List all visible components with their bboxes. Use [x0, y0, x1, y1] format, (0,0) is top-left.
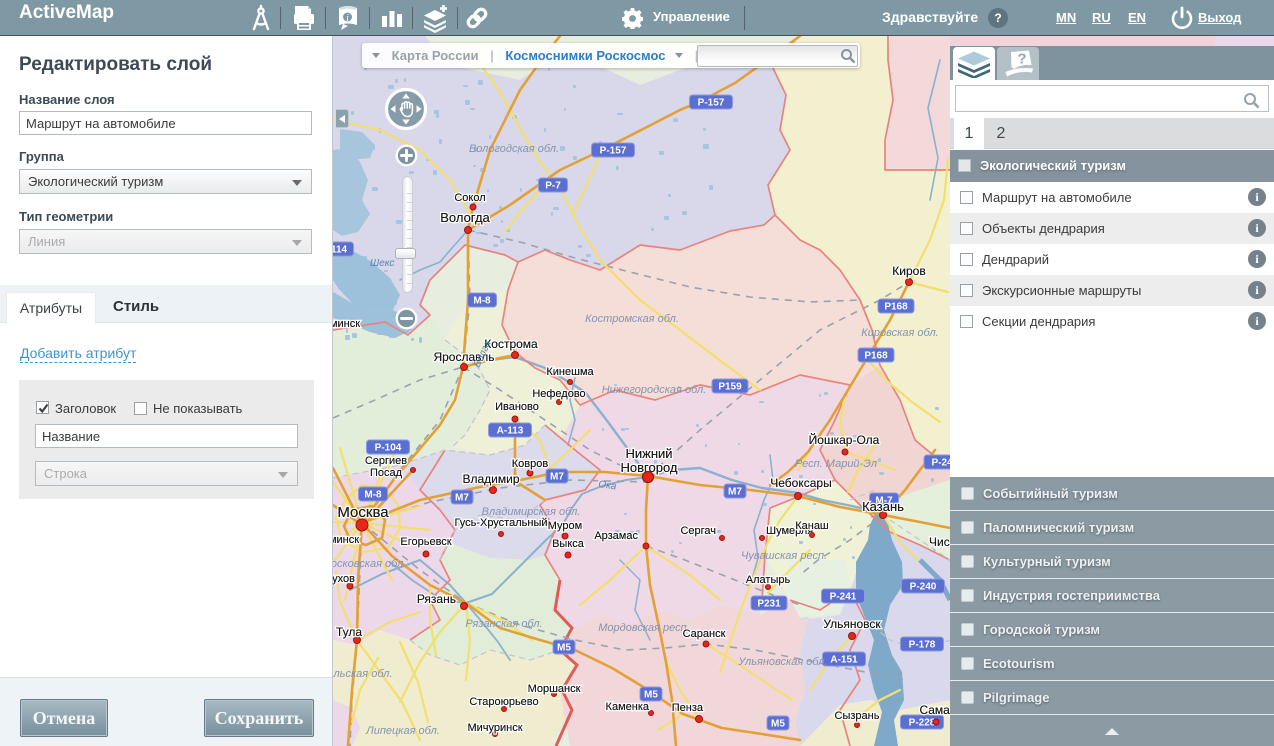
- svg-text:Липецкая обл.: Липецкая обл.: [365, 725, 440, 737]
- svg-text:Арзамас: Арзамас: [594, 530, 638, 542]
- svg-text:Моршанск: Моршанск: [528, 683, 581, 695]
- svg-text:М5: М5: [557, 643, 571, 654]
- svg-text:Москва: Москва: [337, 504, 389, 521]
- svg-text:Вологда: Вологда: [440, 210, 490, 225]
- svg-text:М5: М5: [644, 690, 658, 701]
- svg-text:Казань: Казань: [862, 499, 904, 514]
- svg-text:Московская обл.: Московская обл.: [333, 558, 406, 570]
- svg-text:Чебоксары: Чебоксары: [770, 476, 831, 490]
- svg-text:Сокол: Сокол: [454, 192, 485, 204]
- svg-text:Р168: Р168: [884, 302, 908, 313]
- svg-text:Ульяновск: Ульяновск: [823, 617, 881, 631]
- svg-text:М-8: М-8: [364, 490, 382, 501]
- svg-text:Иваново: Иваново: [495, 401, 539, 413]
- svg-text:Муром: Муром: [548, 520, 582, 532]
- svg-text:М7: М7: [550, 472, 564, 483]
- svg-text:114: 114: [333, 245, 348, 256]
- svg-text:Тула: Тула: [336, 625, 362, 639]
- svg-text:Пенза: Пенза: [672, 702, 704, 714]
- svg-text:минск: минск: [333, 534, 359, 546]
- svg-text:Саранск: Саранск: [683, 628, 726, 640]
- svg-text:Киров: Киров: [892, 264, 925, 278]
- svg-text:Гусь-Хрустальный: Гусь-Хрустальный: [454, 517, 547, 529]
- svg-text:Ульяновская обл.: Ульяновская обл.: [737, 656, 827, 668]
- svg-text:льская обл.: льская обл.: [333, 668, 393, 680]
- svg-text:Серпухов: Серпухов: [333, 573, 355, 585]
- svg-text:М7: М7: [455, 493, 469, 504]
- svg-text:Владимир: Владимир: [462, 472, 519, 486]
- svg-text:Р168: Р168: [864, 351, 888, 362]
- svg-text:Кировская обл.: Кировская обл.: [861, 327, 938, 339]
- svg-text:Йошкар-Ола: Йошкар-Ола: [809, 432, 880, 447]
- svg-text:Р-157: Р-157: [600, 146, 627, 157]
- svg-text:Вологодская обл.: Вологодская обл.: [469, 143, 559, 155]
- svg-text:Р159: Р159: [718, 382, 742, 393]
- svg-text:Ковров: Ковров: [512, 458, 549, 470]
- svg-text:Егорьевск: Егорьевск: [400, 536, 451, 548]
- svg-text:Рязань: Рязань: [417, 592, 456, 606]
- svg-text:М7: М7: [728, 487, 742, 498]
- svg-text:М5: М5: [771, 719, 785, 730]
- svg-text:минск: минск: [333, 318, 360, 330]
- svg-text:Сергач: Сергач: [680, 525, 716, 537]
- svg-text:Выкса: Выкса: [552, 538, 585, 550]
- svg-text:Каменка: Каменка: [606, 701, 650, 713]
- svg-text:А-113: А-113: [497, 426, 524, 437]
- svg-text:Рязанская обл.: Рязанская обл.: [465, 618, 542, 630]
- svg-text:i: i: [346, 13, 349, 24]
- svg-text:Сергиев: Сергиев: [365, 455, 407, 467]
- svg-text:Чувашская респ.: Чувашская респ.: [741, 550, 827, 562]
- svg-text:Кинешма: Кинешма: [546, 366, 594, 378]
- svg-text:М-8: М-8: [473, 296, 491, 307]
- svg-text:Костромская обл.: Костромская обл.: [585, 313, 679, 325]
- svg-text:Р-157: Р-157: [698, 98, 725, 109]
- svg-text:Р-228: Р-228: [909, 718, 936, 729]
- svg-text:Шекс: Шекс: [370, 258, 394, 269]
- svg-text:Р-178: Р-178: [909, 640, 936, 651]
- svg-text:Р-241: Р-241: [830, 592, 857, 603]
- svg-text:Мордовская респ.: Мордовская респ.: [598, 622, 690, 634]
- svg-text:Нижний: Нижний: [625, 446, 672, 461]
- svg-text:Мичуринск: Мичуринск: [467, 722, 522, 734]
- svg-text:Чис: Чис: [929, 535, 950, 549]
- svg-text:Респ. Марий-Эл: Респ. Марий-Эл: [795, 458, 877, 470]
- svg-text:Нижегородская обл.: Нижегородская обл.: [602, 384, 707, 396]
- svg-text:Канаш: Канаш: [795, 520, 829, 532]
- svg-text:Р-7: Р-7: [545, 181, 561, 192]
- svg-text:А-151: А-151: [830, 655, 858, 666]
- svg-text:Нефедово: Нефедово: [532, 388, 585, 400]
- svg-text:Староюрьево: Староюрьево: [469, 696, 538, 708]
- svg-text:Р-240: Р-240: [910, 582, 937, 593]
- svg-text:?: ?: [1017, 51, 1026, 68]
- svg-text:Р231: Р231: [757, 599, 781, 610]
- svg-text:Посад: Посад: [370, 467, 403, 479]
- svg-text:Алатырь: Алатырь: [746, 574, 791, 586]
- svg-text:Р-104: Р-104: [375, 443, 402, 454]
- svg-text:Сызрань: Сызрань: [835, 710, 880, 722]
